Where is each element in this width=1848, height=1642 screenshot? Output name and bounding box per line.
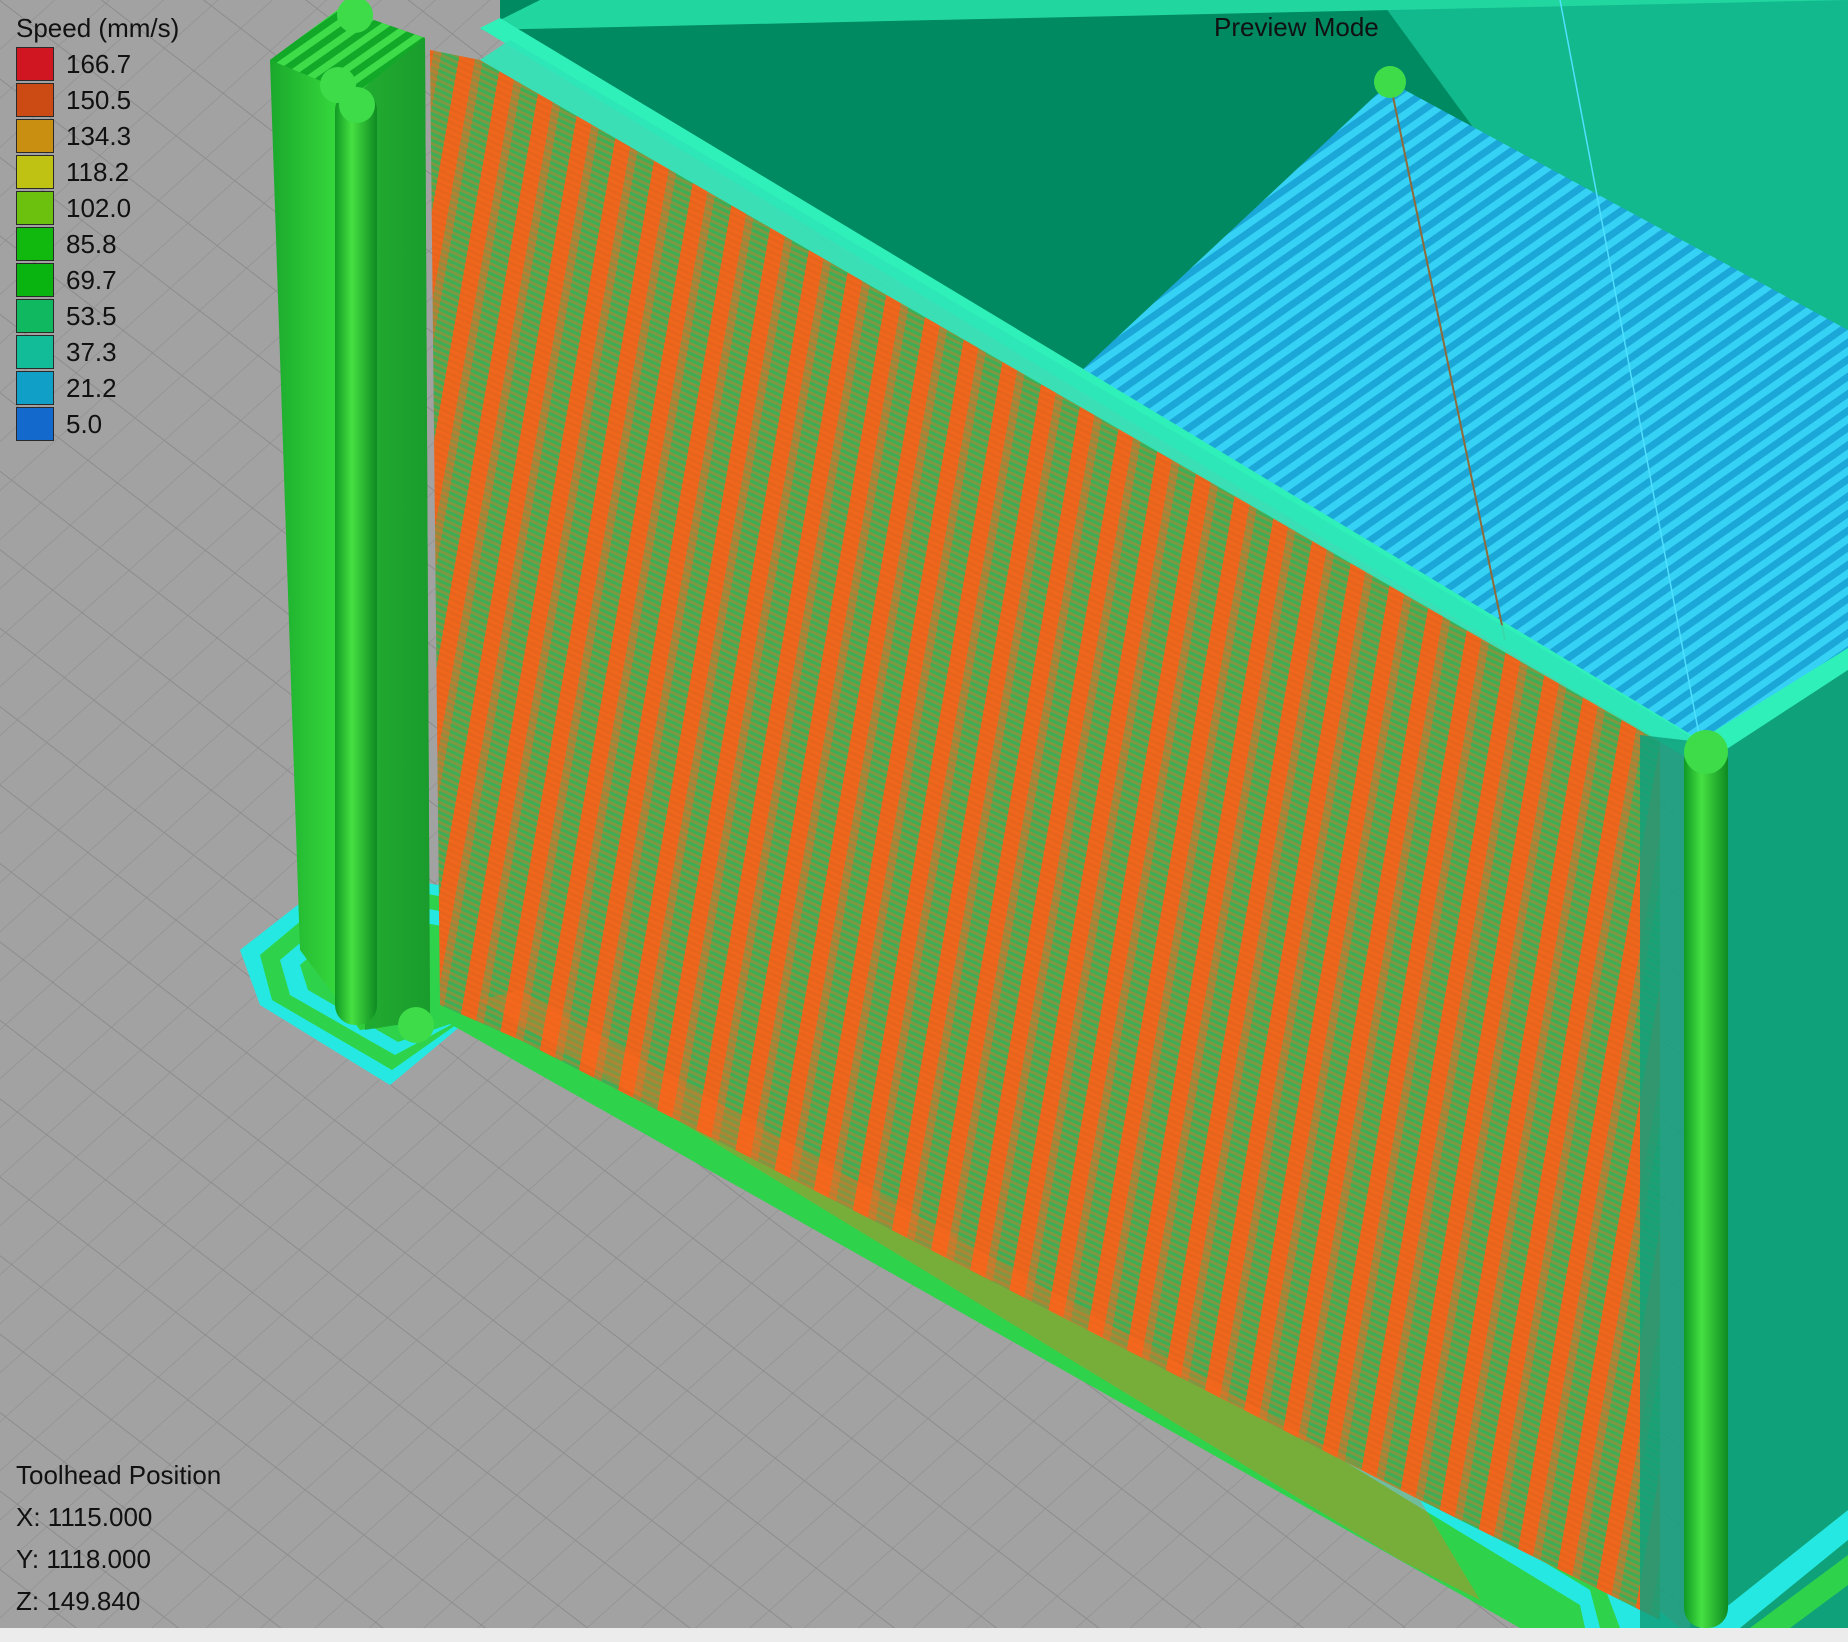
legend-row: 69.7 — [16, 262, 179, 298]
legend-color-swatch — [16, 155, 54, 189]
legend-value: 21.2 — [66, 372, 117, 403]
legend-row: 21.2 — [16, 370, 179, 406]
legend-title: Speed (mm/s) — [16, 13, 180, 43]
legend-row: 166.7 — [16, 46, 179, 82]
legend-color-swatch — [16, 119, 54, 153]
legend-row: 5.0 — [16, 406, 179, 442]
legend-value: 85.8 — [66, 228, 117, 259]
bottom-status-strip — [0, 1628, 1848, 1642]
legend-row: 118.2 — [16, 154, 179, 190]
toolhead-title: Toolhead Position — [16, 1460, 222, 1490]
legend-value: 53.5 — [66, 300, 117, 331]
legend-color-swatch — [16, 227, 54, 261]
legend-color-swatch — [16, 371, 54, 405]
legend-value: 166.7 — [66, 48, 132, 79]
legend-color-swatch — [16, 299, 54, 333]
legend-color-swatch — [16, 191, 54, 225]
legend-color-swatch — [16, 407, 54, 441]
speed-legend: Speed (mm/s) 166.7 150.5 134.3 118.2 102.0 85… — [16, 10, 179, 442]
3d-viewport[interactable] — [0, 0, 1848, 1628]
legend-value: 5.0 — [66, 408, 103, 439]
legend-value: 118.2 — [66, 156, 130, 187]
legend-color-swatch — [16, 263, 54, 297]
legend-value: 102.0 — [66, 192, 132, 223]
legend-rows: 166.7 150.5 134.3 118.2 102.0 85.8 69.7 53.5 37.… — [16, 46, 179, 442]
legend-row: 102.0 — [16, 190, 179, 226]
legend-value: 150.5 — [66, 84, 132, 115]
legend-color-swatch — [16, 83, 54, 117]
legend-row: 134.3 — [16, 118, 179, 154]
toolhead-z: Z: 149.840 — [16, 1586, 141, 1616]
toolhead-position-panel: Toolhead Position X: 1115.000 Y: 1118.00… — [16, 1454, 221, 1622]
legend-value: 134.3 — [66, 120, 132, 151]
toolhead-y: Y: 1118.000 — [16, 1544, 151, 1574]
preview-mode-label: Preview Mode — [1214, 12, 1379, 42]
legend-row: 85.8 — [16, 226, 179, 262]
toolhead-x: X: 1115.000 — [16, 1502, 153, 1532]
legend-color-swatch — [16, 335, 54, 369]
legend-value: 37.3 — [66, 336, 117, 367]
legend-row: 37.3 — [16, 334, 179, 370]
legend-row: 53.5 — [16, 298, 179, 334]
legend-color-swatch — [16, 47, 54, 81]
legend-value: 69.7 — [66, 264, 117, 295]
legend-row: 150.5 — [16, 82, 179, 118]
